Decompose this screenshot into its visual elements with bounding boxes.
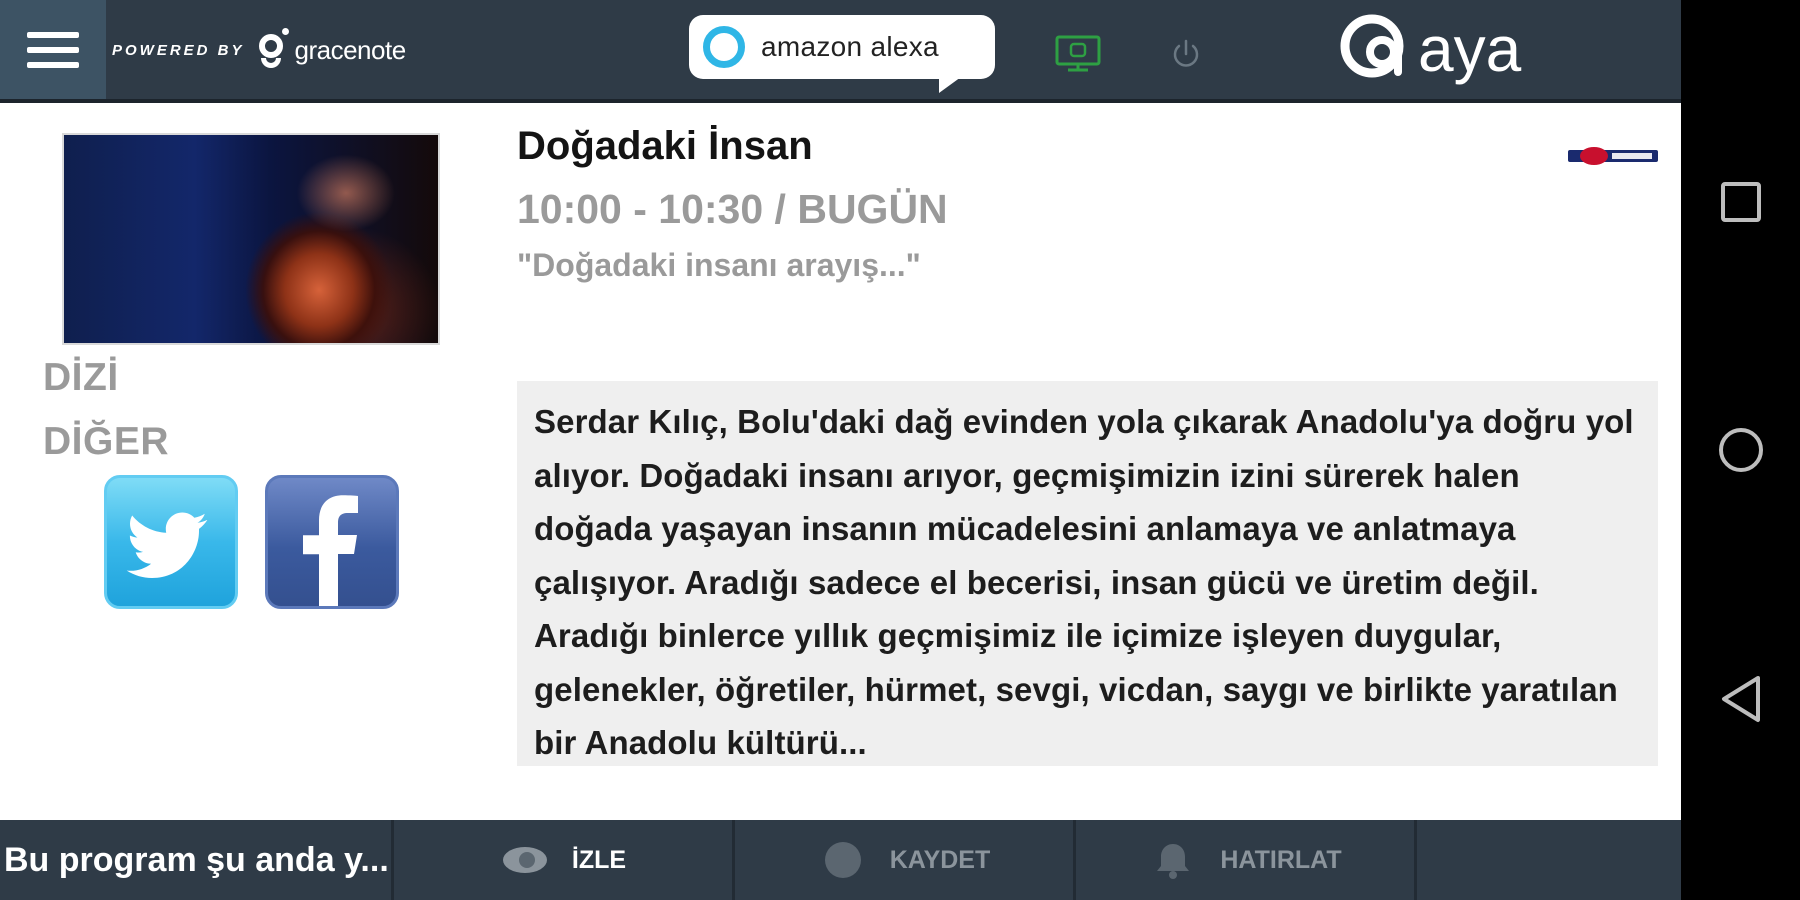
recents-square-icon [1720,182,1761,222]
eye-icon [502,847,547,873]
gracenote-label: gracenote [294,34,407,65]
aya-logo-text: aya [1418,13,1522,85]
powered-by-gracenote: POWERED BY gracenote [112,22,406,78]
facebook-share-button[interactable] [265,475,399,609]
power-icon[interactable] [1167,35,1205,73]
alexa-label: amazon alexa [761,31,939,62]
program-time: 10:00 - 10:30 / BUGÜN [517,186,948,232]
menu-button[interactable] [0,0,106,99]
program-title: Doğadaki İnsan [517,124,813,168]
watch-button[interactable]: İZLE [394,820,735,900]
record-label: KAYDET [889,845,991,874]
home-button[interactable] [1681,405,1800,495]
home-circle-icon [1718,428,1763,472]
app-window: POWERED BY gracenote amazon alexa aya Dİ… [0,0,1681,900]
twitter-bird-icon [126,512,208,578]
tv-remote-icon[interactable] [1055,35,1101,73]
top-bar: POWERED BY gracenote amazon alexa aya [0,0,1681,103]
android-nav-bar [1681,0,1800,900]
program-description: Serdar Kılıç, Bolu'daki dağ evinden yola… [517,381,1658,766]
powered-by-label: POWERED BY [112,41,245,59]
back-button[interactable] [1681,654,1800,744]
category-label: DİĞER [43,420,170,463]
remind-label: HATIRLAT [1220,845,1342,874]
channel-logo-icon [1568,147,1658,165]
aya-logo: aya [1340,13,1522,85]
record-icon [824,842,861,878]
category-label: DİZİ [43,356,119,399]
recents-button[interactable] [1681,157,1800,247]
amazon-alexa-button[interactable]: amazon alexa [689,15,995,93]
menu-line [27,46,79,53]
status-text[interactable]: Bu program şu anda y... [0,820,394,900]
menu-line [27,31,79,38]
bottom-bar-filler [1417,820,1681,900]
watch-label: İZLE [571,845,627,874]
twitter-share-button[interactable] [104,475,238,609]
back-triangle-icon [1721,676,1760,722]
program-subtitle: "Doğadaki insanı arayış..." [517,247,921,283]
remind-button[interactable]: HATIRLAT [1076,820,1417,900]
menu-line [27,61,79,68]
description-text: Serdar Kılıç, Bolu'daki dağ evinden yola… [534,403,1634,761]
bell-icon [1157,844,1190,879]
program-thumbnail [62,133,440,345]
facebook-f-icon [303,495,358,606]
bottom-action-bar: Bu program şu anda y... İZLE KAYDET HATI… [0,820,1681,900]
alexa-ring-icon [703,26,745,68]
gracenote-icon [257,28,289,72]
record-button[interactable]: KAYDET [735,820,1076,900]
